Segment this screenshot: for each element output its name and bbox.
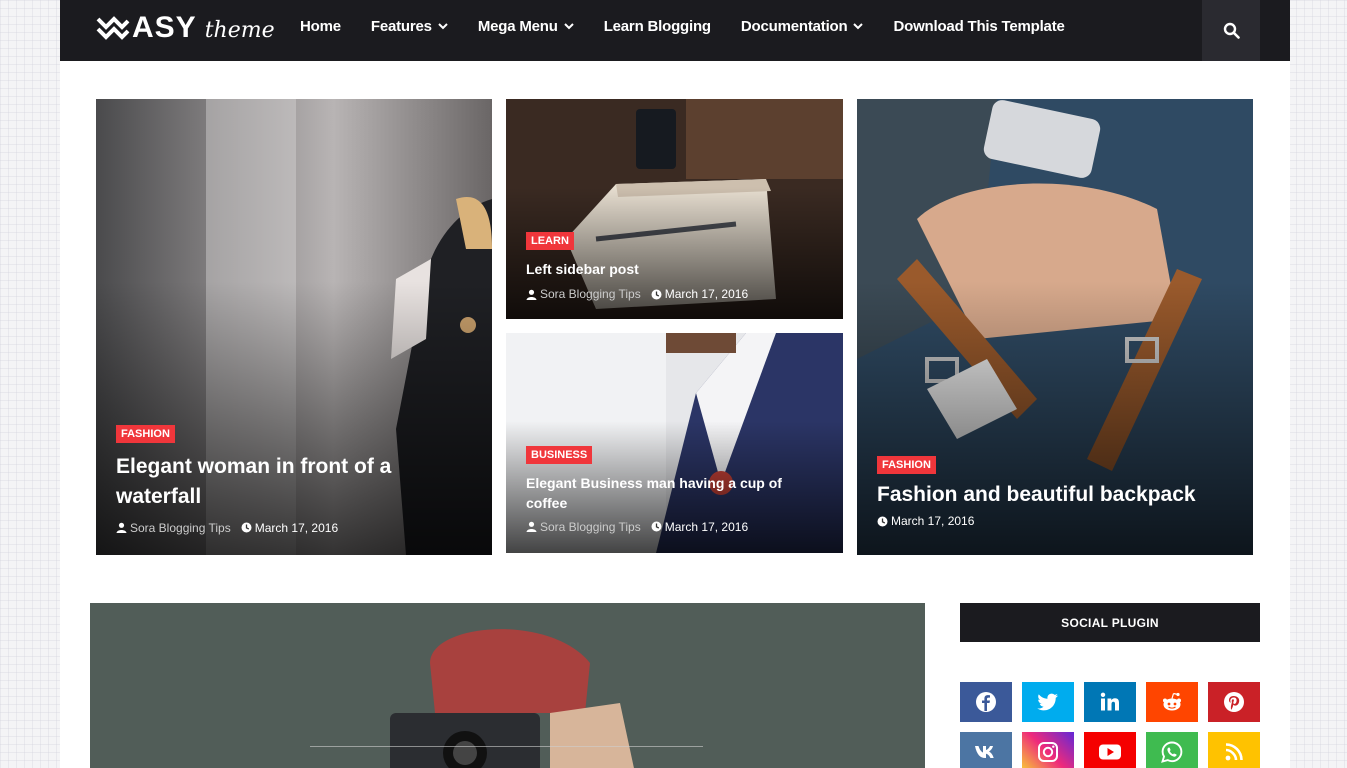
- social-button-rss[interactable]: [1208, 732, 1260, 768]
- post-meta: FASHION Elegant woman in front of a wate…: [116, 424, 472, 535]
- clock-icon: [651, 521, 662, 532]
- social-button-pinterest[interactable]: [1208, 682, 1260, 722]
- nav-item-download-template[interactable]: Download This Template: [893, 18, 1064, 35]
- logo-mark-icon: [96, 16, 130, 40]
- search-button[interactable]: [1202, 0, 1260, 61]
- nav-label: Download This Template: [893, 17, 1065, 35]
- hero-image: [90, 603, 925, 768]
- page-wrapper: ASY theme Home Features Mega Menu Learn …: [60, 0, 1290, 768]
- post-date: March 17, 2016: [664, 287, 749, 302]
- featured-post-small[interactable]: LEARN Left sidebar post Sora Blogging Ti…: [506, 99, 843, 319]
- nav-label: Mega Menu: [477, 17, 558, 35]
- post-meta: BUSINESS Elegant Business man having a c…: [526, 445, 823, 534]
- category-tag[interactable]: FASHION: [116, 425, 175, 443]
- user-icon: [526, 289, 537, 300]
- main-menu: Home Features Mega Menu Learn Blogging D…: [300, 0, 1095, 52]
- social-plugin-title: SOCIAL PLUGIN: [960, 603, 1260, 642]
- nav-label: Documentation: [740, 17, 848, 35]
- social-button-whatsapp[interactable]: [1146, 732, 1198, 768]
- rss-icon: [1225, 743, 1243, 761]
- chevron-down-icon: [438, 23, 448, 30]
- social-button-instagram[interactable]: [1022, 732, 1074, 768]
- post-date: March 17, 2016: [254, 520, 339, 535]
- post-title[interactable]: Left sidebar post: [526, 259, 823, 279]
- nav-item-mega-menu[interactable]: Mega Menu: [478, 18, 574, 35]
- featured-post-small[interactable]: BUSINESS Elegant Business man having a c…: [506, 333, 843, 553]
- social-button-facebook[interactable]: [960, 682, 1012, 722]
- pinterest-icon: [1224, 692, 1244, 712]
- post-title[interactable]: Fashion and beautiful backpack: [877, 480, 1233, 510]
- social-button-linkedin[interactable]: [1084, 682, 1136, 722]
- post-meta: FASHION Fashion and beautiful backpack M…: [877, 455, 1233, 528]
- clock-icon: [241, 522, 252, 533]
- social-button-twitter[interactable]: [1022, 682, 1074, 722]
- social-button-youtube[interactable]: [1084, 732, 1136, 768]
- post-byline: Sora Blogging Tips March 17, 2016: [526, 520, 823, 534]
- post-hero-image[interactable]: [90, 603, 925, 768]
- nav-item-learn-blogging[interactable]: Learn Blogging: [604, 18, 711, 35]
- facebook-icon: [976, 692, 996, 712]
- nav-item-home[interactable]: Home: [300, 18, 341, 35]
- logo-subtext: theme: [204, 17, 275, 43]
- nav-label: Home: [300, 17, 341, 35]
- post-author[interactable]: Sora Blogging Tips: [130, 521, 231, 535]
- nav-item-features[interactable]: Features: [371, 18, 448, 35]
- featured-post-large[interactable]: FASHION Elegant woman in front of a wate…: [96, 99, 492, 555]
- category-tag[interactable]: FASHION: [877, 456, 936, 474]
- reddit-icon: [1163, 692, 1181, 711]
- clock-icon: [651, 289, 662, 300]
- post-byline: Sora Blogging Tips March 17, 2016: [526, 287, 823, 301]
- logo-text: ASY: [132, 11, 197, 44]
- post-title[interactable]: Elegant woman in front of a waterfall: [116, 452, 472, 513]
- chevron-down-icon: [563, 23, 574, 30]
- vk-icon: [975, 746, 994, 758]
- instagram-icon: [1038, 742, 1058, 762]
- linkedin-icon: [1100, 692, 1119, 711]
- site-logo[interactable]: ASY theme: [96, 8, 275, 48]
- post-author[interactable]: Sora Blogging Tips: [540, 520, 641, 534]
- category-tag[interactable]: BUSINESS: [526, 446, 593, 464]
- social-button-reddit[interactable]: [1146, 682, 1198, 722]
- nav-label: Learn Blogging: [603, 17, 711, 35]
- post-author[interactable]: Sora Blogging Tips: [540, 287, 641, 301]
- featured-post-large[interactable]: FASHION Fashion and beautiful backpack M…: [857, 99, 1253, 555]
- nav-item-documentation[interactable]: Documentation: [741, 18, 864, 35]
- whatsapp-icon: [1161, 741, 1183, 763]
- post-title[interactable]: Elegant Business man having a cup of cof…: [526, 473, 823, 514]
- post-byline: Sora Blogging Tips March 17, 2016: [116, 521, 472, 535]
- user-icon: [116, 523, 127, 534]
- chevron-down-icon: [853, 23, 864, 30]
- post-meta: LEARN Left sidebar post Sora Blogging Ti…: [526, 231, 823, 301]
- post-date: March 17, 2016: [891, 514, 975, 529]
- clock-icon: [877, 516, 888, 527]
- user-icon: [526, 521, 537, 533]
- social-button-vk[interactable]: [960, 732, 1012, 768]
- social-links: [960, 682, 1260, 768]
- post-date: March 17, 2016: [664, 519, 749, 534]
- nav-label: Features: [370, 17, 432, 35]
- category-tag[interactable]: LEARN: [526, 232, 574, 250]
- top-navigation-bar: ASY theme Home Features Mega Menu Learn …: [60, 0, 1290, 61]
- twitter-icon: [1037, 693, 1058, 711]
- search-icon: [1223, 22, 1240, 39]
- youtube-icon: [1099, 744, 1121, 760]
- post-byline: March 17, 2016: [877, 514, 1233, 528]
